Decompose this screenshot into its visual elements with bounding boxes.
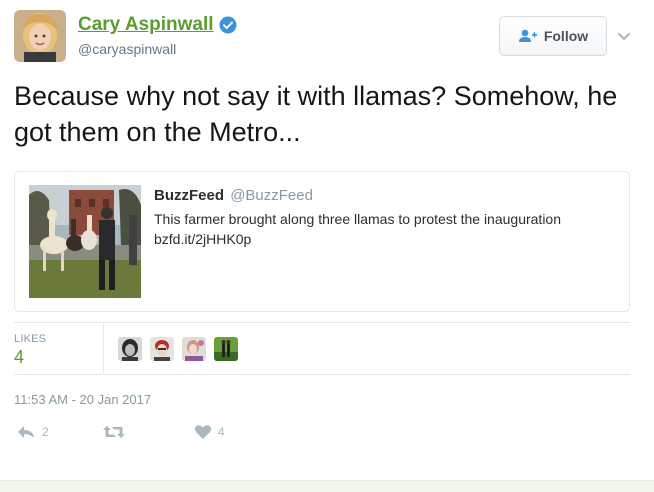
likes-label: LIKES [14, 333, 47, 345]
quoted-tweet-link[interactable]: bzfd.it/2jHHK0p [154, 229, 624, 249]
quoted-tweet-body: This farmer brought along three llamas t… [154, 211, 562, 227]
chevron-down-icon[interactable] [614, 26, 634, 46]
follow-user-icon [518, 29, 537, 42]
reply-button[interactable]: 2 [16, 424, 49, 440]
author-name-row: Cary Aspinwall [78, 14, 237, 36]
retweet-button[interactable] [102, 424, 132, 440]
reply-icon [18, 426, 34, 438]
tweet-header: Cary Aspinwall @caryaspinwall Follow [14, 10, 640, 66]
follow-button-label: Follow [543, 28, 589, 44]
like-button[interactable]: 4 [194, 424, 225, 440]
verified-badge-icon [219, 16, 237, 34]
quoted-tweet-meta: BuzzFeed @BuzzFeed [154, 187, 313, 204]
author-handle[interactable]: @caryaspinwall [78, 41, 176, 57]
author-display-name[interactable]: Cary Aspinwall [78, 14, 214, 36]
tweet-timestamp[interactable]: 11:53 AM - 20 Jan 2017 [14, 392, 151, 407]
author-avatar[interactable] [14, 10, 66, 62]
liker-avatar[interactable] [214, 337, 238, 361]
likers-avatars [118, 337, 246, 361]
quoted-tweet-image [29, 185, 141, 298]
tweet-stats: LIKES 4 [14, 322, 630, 375]
reply-count: 2 [42, 425, 49, 439]
like-count: 4 [218, 425, 225, 439]
quoted-tweet-text: This farmer brought along three llamas t… [154, 209, 624, 249]
liker-avatar[interactable] [182, 337, 206, 361]
quoted-author-handle[interactable]: @BuzzFeed [230, 187, 313, 204]
heart-icon [194, 425, 212, 439]
quoted-tweet-card[interactable]: BuzzFeed @BuzzFeed This farmer brought a… [14, 171, 630, 312]
likes-stat[interactable]: LIKES 4 [14, 323, 104, 374]
follow-button[interactable]: Follow [499, 16, 607, 56]
liker-avatar[interactable] [118, 337, 142, 361]
likes-count: 4 [14, 347, 25, 367]
reply-composer-strip[interactable] [0, 480, 654, 492]
retweet-icon [103, 426, 125, 438]
quoted-author-name[interactable]: BuzzFeed [154, 187, 224, 204]
liker-avatar[interactable] [150, 337, 174, 361]
tweet-text: Because why not say it with llamas? Some… [14, 81, 618, 147]
